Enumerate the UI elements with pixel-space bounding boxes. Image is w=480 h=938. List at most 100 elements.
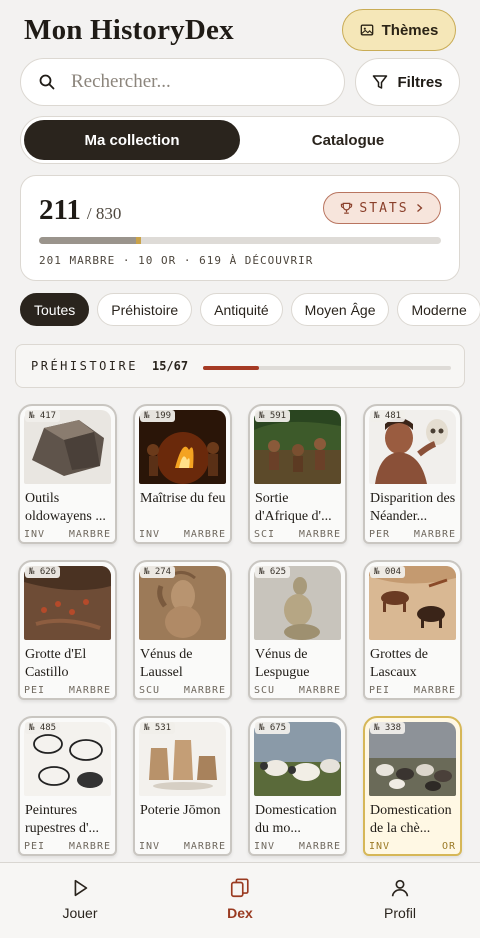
card-number: № 338	[370, 722, 406, 734]
card-type: PER	[369, 529, 391, 540]
search-input[interactable]	[71, 71, 311, 93]
tab-ma-collection[interactable]: Ma collection	[24, 120, 240, 160]
dex-card[interactable]: № 625 Vénus de Lespugue SCU MARBRE	[248, 560, 347, 700]
card-number: № 531	[140, 722, 176, 734]
card-title: Vénus de Lespugue	[255, 647, 310, 680]
chip-moderne[interactable]: Moderne	[397, 293, 480, 326]
card-number: № 625	[255, 566, 291, 578]
card-tier: MARBRE	[183, 841, 226, 852]
card-footer: PEI MARBRE	[369, 685, 456, 696]
section-progress-text: 15/67	[151, 359, 189, 373]
total-count: / 830	[86, 204, 122, 223]
dex-card[interactable]: № 675 Domestication du mo... INV MARBRE	[248, 716, 347, 856]
card-type: SCU	[254, 685, 276, 696]
marble-progress-fill	[39, 237, 136, 244]
play-icon	[74, 879, 88, 896]
collection-tabs: Ma collection Catalogue	[20, 116, 460, 164]
collection-stats-card: 211 / 830 STATS 201 MARBRE · 10 OR · 619…	[20, 175, 460, 281]
collection-breakdown: 201 MARBRE · 10 OR · 619 À DÉCOUVRIR	[39, 254, 314, 267]
card-number: № 004	[370, 566, 406, 578]
card-type: INV	[139, 841, 161, 852]
card-type: INV	[369, 841, 391, 852]
card-title: Disparition des Néander...	[370, 491, 456, 524]
card-footer: INV MARBRE	[139, 841, 226, 852]
card-title: Grottes de Lascaux	[370, 647, 428, 680]
card-footer: INV OR	[369, 841, 456, 852]
card-number: № 199	[140, 410, 176, 422]
card-title: Maîtrise du feu	[140, 491, 226, 506]
nav-profil[interactable]: Profil	[320, 863, 480, 938]
card-number: № 675	[255, 722, 291, 734]
card-type: INV	[139, 529, 161, 540]
card-type: SCU	[139, 685, 161, 696]
card-footer: PER MARBRE	[369, 529, 456, 540]
card-type: INV	[254, 841, 276, 852]
nav-jouer[interactable]: Jouer	[0, 863, 160, 938]
nav-dex[interactable]: Dex	[160, 863, 320, 938]
tab-catalogue[interactable]: Catalogue	[240, 120, 456, 160]
nav-profil-label: Profil	[384, 904, 416, 921]
card-tier: MARBRE	[413, 685, 456, 696]
dex-card[interactable]: № 626 Grotte d'El Castillo PEI MARBRE	[18, 560, 117, 700]
dex-card[interactable]: № 274 Vénus de Laussel SCU MARBRE	[133, 560, 232, 700]
card-number: № 626	[25, 566, 61, 578]
card-title: Outils oldowayens ...	[25, 491, 106, 524]
card-footer: INV MARBRE	[254, 841, 341, 852]
stats-label: STATS	[359, 200, 409, 216]
section-header-prehistoire[interactable]: PRÉHISTOIRE 15/67	[15, 344, 465, 388]
cards-icon	[230, 877, 249, 897]
card-tier: MARBRE	[413, 529, 456, 540]
card-title: Grotte d'El Castillo	[25, 647, 87, 680]
card-type: SCI	[254, 529, 276, 540]
dex-card[interactable]: № 004 Grottes de Lascaux PEI MARBRE	[363, 560, 462, 700]
card-title: Sortie d'Afrique d'...	[255, 491, 332, 524]
themes-button[interactable]: Thèmes	[342, 9, 456, 51]
image-icon	[360, 24, 373, 36]
dex-card[interactable]: № 338 Domestication de la chè... INV OR	[363, 716, 462, 856]
dex-card[interactable]: № 531 Poterie Jōmon INV MARBRE	[133, 716, 232, 856]
filters-label: Filtres	[397, 73, 443, 91]
card-footer: PEI MARBRE	[24, 685, 111, 696]
filters-button[interactable]: Filtres	[355, 58, 460, 106]
card-number: № 485	[25, 722, 61, 734]
dex-card[interactable]: № 485 Peintures rupestres d'... PEI MARBRE	[18, 716, 117, 856]
card-footer: SCU MARBRE	[254, 685, 341, 696]
card-number: № 591	[255, 410, 291, 422]
chip-antiquite[interactable]: Antiquité	[200, 293, 283, 326]
app-title: Mon HistoryDex	[24, 13, 234, 46]
card-number: № 274	[140, 566, 176, 578]
dex-card[interactable]: № 199 Maîtrise du feu INV MARBRE	[133, 404, 232, 544]
card-number: № 481	[370, 410, 406, 422]
card-title: Domestication du mo...	[255, 803, 337, 836]
card-tier: MARBRE	[298, 529, 341, 540]
card-tier: MARBRE	[298, 685, 341, 696]
filter-icon	[373, 75, 388, 89]
card-footer: INV MARBRE	[139, 529, 226, 540]
card-title: Peintures rupestres d'...	[25, 803, 100, 836]
dex-card[interactable]: № 417 Outils oldowayens ... INV MARBRE	[18, 404, 117, 544]
search-icon	[39, 74, 55, 90]
card-tier: MARBRE	[68, 529, 111, 540]
card-tier: MARBRE	[68, 841, 111, 852]
search-box[interactable]	[20, 58, 345, 106]
card-footer: SCU MARBRE	[139, 685, 226, 696]
dex-card[interactable]: № 591 Sortie d'Afrique d'... SCI MARBRE	[248, 404, 347, 544]
collected-count: 211	[39, 194, 81, 226]
gold-progress-fill	[136, 237, 141, 244]
chip-prehistoire[interactable]: Préhistoire	[97, 293, 193, 326]
card-footer: PEI MARBRE	[24, 841, 111, 852]
stats-button[interactable]: STATS	[323, 192, 441, 224]
card-tier: MARBRE	[298, 841, 341, 852]
card-tier: MARBRE	[68, 685, 111, 696]
dex-card[interactable]: № 481 Disparition des Néander... PER MARBRE	[363, 404, 462, 544]
chip-moyen-age[interactable]: Moyen Âge	[290, 293, 390, 326]
chip-toutes[interactable]: Toutes	[20, 293, 90, 326]
section-name: PRÉHISTOIRE	[31, 359, 138, 373]
header: Mon HistoryDex Thèmes	[24, 8, 456, 52]
chevron-right-icon	[416, 204, 423, 212]
era-filter-chips: Toutes Préhistoire Antiquité Moyen Âge M…	[20, 293, 480, 327]
person-icon	[391, 879, 409, 896]
card-tier: MARBRE	[183, 685, 226, 696]
bottom-nav: Jouer Dex Profil	[0, 862, 480, 938]
card-title: Vénus de Laussel	[140, 647, 193, 680]
